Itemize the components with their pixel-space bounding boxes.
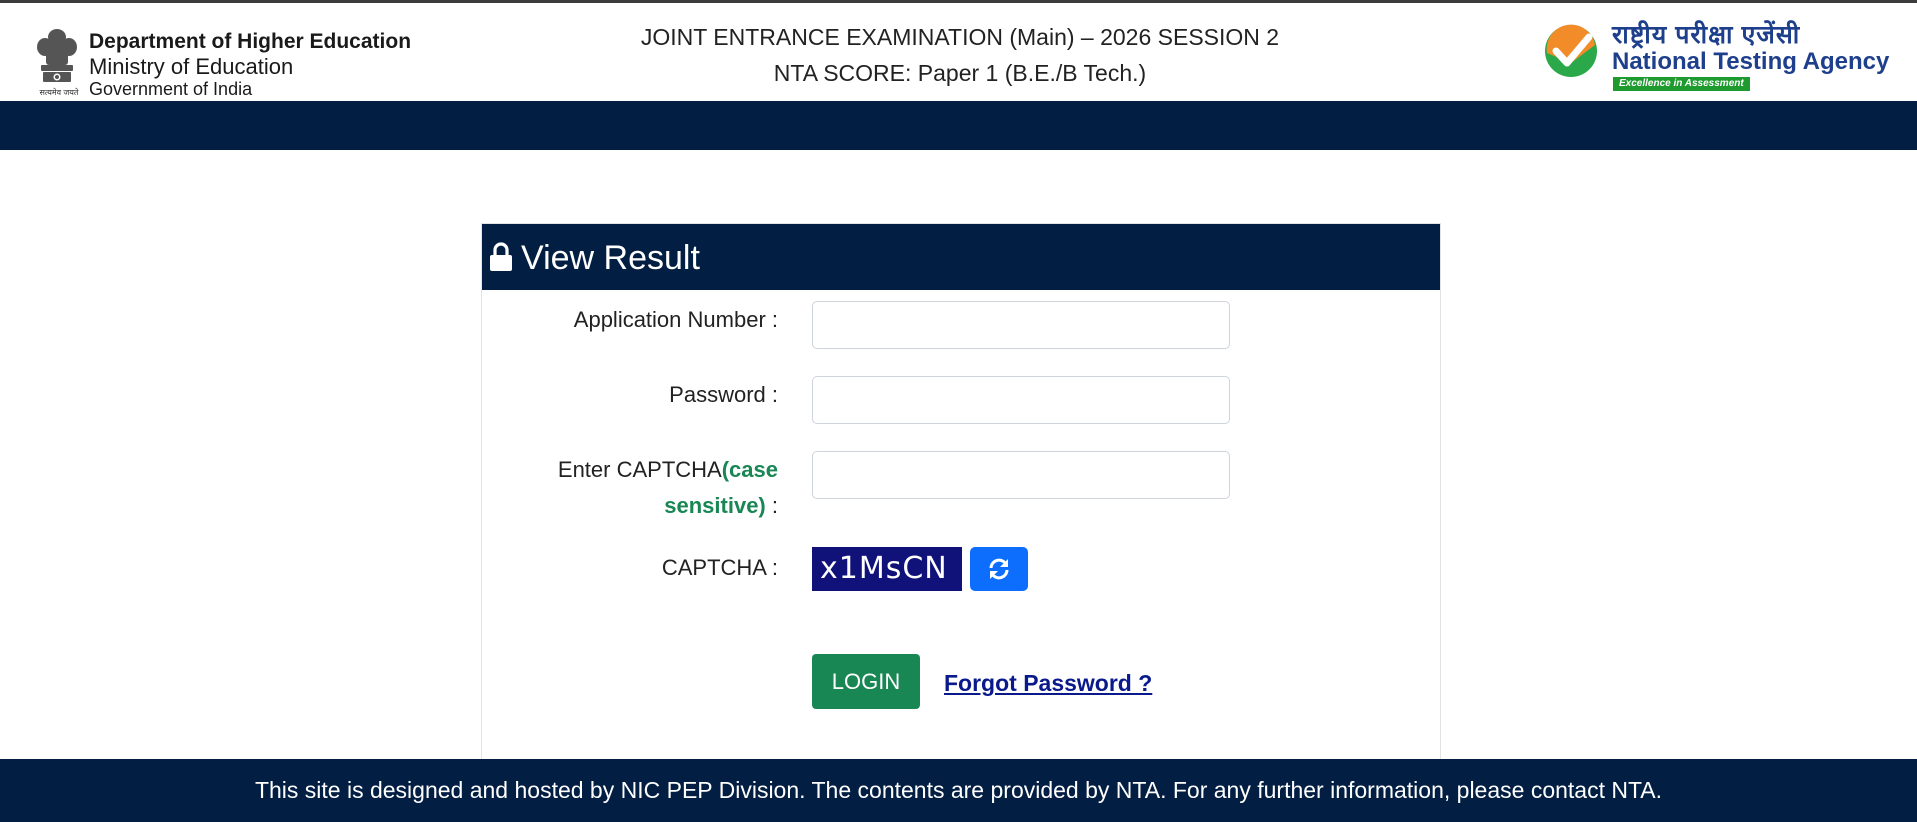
card-header: View Result <box>482 224 1440 290</box>
page: सत्यमेव जयते Department of Higher Educat… <box>0 0 1917 822</box>
nav-bar <box>0 101 1917 150</box>
login-button[interactable]: LOGIN <box>812 654 920 709</box>
ministry-text: Department of Higher Education Ministry … <box>89 29 411 100</box>
captcha-input[interactable] <box>812 451 1230 499</box>
captcha-input-label-box: Enter CAPTCHA(case sensitive) : <box>482 452 778 524</box>
view-result-card: View Result Application Number : Passwor… <box>481 223 1441 765</box>
site-footer: This site is designed and hosted by NIC … <box>0 759 1917 822</box>
lock-icon <box>490 242 512 271</box>
emblem-caption: सत्यमेव जयते <box>39 88 79 97</box>
footer-text: This site is designed and hosted by NIC … <box>254 777 1663 803</box>
exam-title: JOINT ENTRANCE EXAMINATION (Main) – 2026… <box>560 19 1360 91</box>
nta-tagline: Excellence in Assessment <box>1613 77 1750 91</box>
nta-branding: राष्ट्रीय परीक्षा एजेंसी National Testin… <box>1543 17 1903 97</box>
captcha-image: x1MsCN <box>812 547 962 591</box>
ministry-branding: सत्यमेव जयते Department of Higher Educat… <box>34 27 434 99</box>
captcha-input-label-prefix: Enter CAPTCHA <box>557 457 722 482</box>
nta-english-name: National Testing Agency <box>1612 48 1890 75</box>
refresh-captcha-button[interactable] <box>970 547 1028 591</box>
captcha-label-box: CAPTCHA : <box>482 550 778 586</box>
site-header: सत्यमेव जयते Department of Higher Educat… <box>0 3 1917 101</box>
department-name: Department of Higher Education <box>89 30 412 53</box>
captcha-input-label-suffix: : <box>765 493 778 518</box>
ministry-name: Ministry of Education <box>89 54 294 79</box>
exam-title-line1: JOINT ENTRANCE EXAMINATION (Main) – 2026… <box>640 24 1280 50</box>
government-name: Government of India <box>89 79 253 99</box>
password-label: Password : <box>669 382 778 407</box>
captcha-label: CAPTCHA : <box>661 555 778 580</box>
password-label-box: Password : <box>482 377 778 413</box>
nta-hindi-name: राष्ट्रीय परीक्षा एजेंसी <box>1612 21 1801 49</box>
exam-title-line2: NTA SCORE: Paper 1 (B.E./B Tech.) <box>773 60 1147 86</box>
application-number-label: Application Number : <box>573 307 778 332</box>
application-number-input[interactable] <box>812 301 1230 349</box>
forgot-password-link[interactable]: Forgot Password ? <box>944 669 1152 697</box>
refresh-icon <box>989 558 1009 580</box>
nta-checkmark-logo-icon <box>1545 24 1597 77</box>
password-input[interactable] <box>812 376 1230 424</box>
application-number-label-box: Application Number : <box>482 302 778 338</box>
card-title: View Result <box>521 239 700 277</box>
captcha-input-label: Enter CAPTCHA(case sensitive) : <box>482 452 778 524</box>
